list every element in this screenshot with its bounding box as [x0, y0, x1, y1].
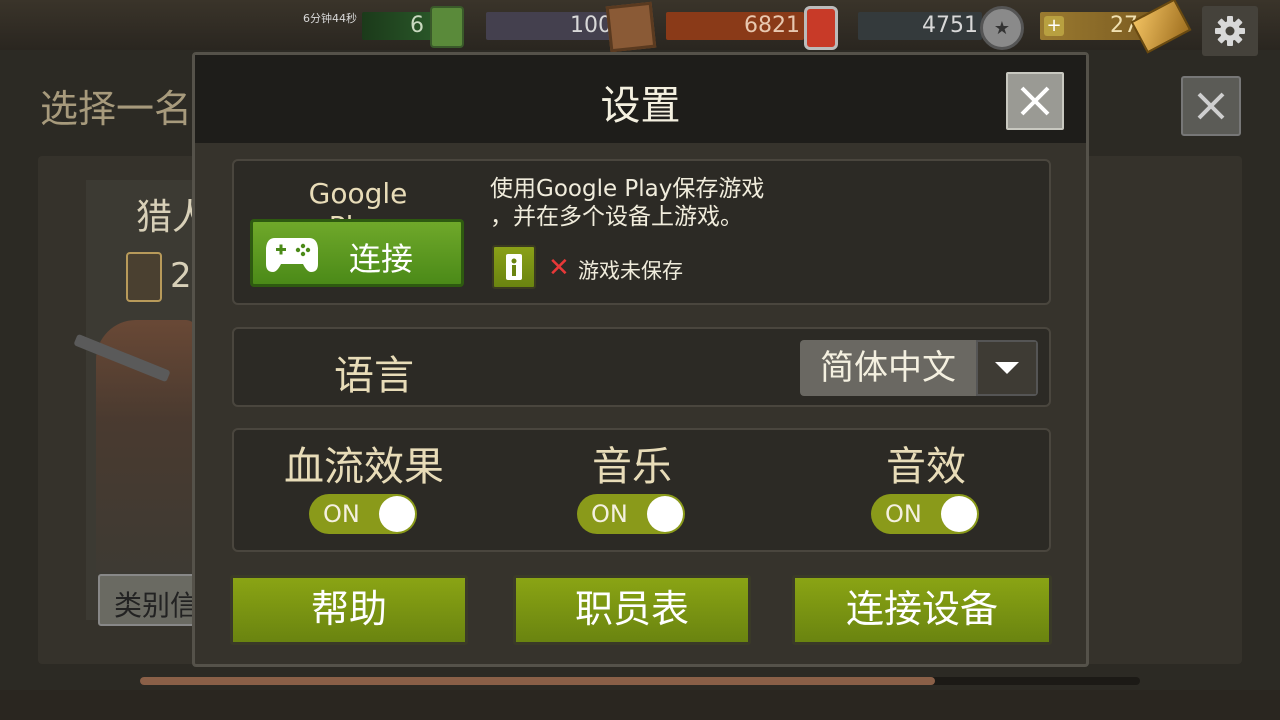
close-icon [1197, 92, 1225, 120]
connect-devices-button[interactable]: 连接设备 [792, 575, 1052, 645]
gear-icon [1215, 16, 1245, 46]
background-category-button[interactable]: 类别信 [98, 574, 198, 626]
background-target-count: 2 [170, 256, 192, 296]
supplies-counter: 100 [486, 12, 616, 40]
help-button[interactable]: 帮助 [230, 575, 468, 645]
not-saved-icon: ✕ [548, 253, 570, 283]
food-counter: 6821 [666, 12, 804, 40]
google-play-section: Google Play 连接 使用Google Play保存游戏 ，并在多个设备… [232, 159, 1051, 305]
save-status-text: 游戏未保存 [578, 259, 683, 283]
language-section: 语言 简体中文 [232, 327, 1051, 407]
food-can-icon [804, 6, 838, 50]
connect-label: 连接 [349, 240, 414, 278]
close-icon [1020, 86, 1050, 116]
add-gold-icon[interactable]: + [1044, 16, 1064, 36]
background-close-button[interactable] [1181, 76, 1241, 136]
language-label: 语言 [334, 353, 414, 399]
blood-effect-setting: 血流效果 ON [244, 430, 484, 554]
settings-button[interactable] [1202, 6, 1258, 56]
sound-effects-setting: 音效 ON [806, 430, 1046, 554]
music-label: 音乐 [592, 444, 672, 490]
dialog-title: 设置 [600, 83, 681, 129]
bottom-background [0, 690, 1280, 720]
effects-section: 血流效果 ON 音乐 ON 音效 ON [232, 428, 1051, 552]
toggle-state: ON [885, 500, 922, 528]
toggle-knob [941, 496, 977, 532]
toggle-knob [647, 496, 683, 532]
description-line-1: 使用Google Play保存游戏 [490, 176, 765, 202]
sound-effects-toggle[interactable]: ON [871, 494, 979, 534]
blood-effect-label: 血流效果 [284, 444, 444, 490]
toggle-knob [379, 496, 415, 532]
dialog-header: 设置 [195, 55, 1086, 143]
close-button[interactable] [1006, 72, 1064, 130]
info-button[interactable] [492, 245, 536, 289]
toggle-state: ON [323, 500, 360, 528]
music-toggle[interactable]: ON [577, 494, 685, 534]
sheriff-badge-icon: ★ [980, 6, 1024, 50]
language-selected-value: 简体中文 [800, 340, 976, 396]
blood-effect-toggle[interactable]: ON [309, 494, 417, 534]
language-dropdown[interactable]: 简体中文 [800, 340, 1038, 396]
scrollbar-thumb[interactable] [140, 677, 935, 685]
crate-icon [605, 1, 657, 53]
google-play-connect-button[interactable]: 连接 [250, 219, 464, 287]
fuel-timer: 6分钟44秒 [303, 12, 357, 25]
toggle-state: ON [591, 500, 628, 528]
target-icon [126, 252, 162, 302]
settings-dialog: 设置 Google Play 连接 使用Google Play保存游戏 ，并在多… [192, 52, 1089, 667]
google-play-description: 使用Google Play保存游戏 ，并在多个设备上游戏。 [490, 175, 790, 231]
music-setting: 音乐 ON [512, 430, 752, 554]
sound-effects-label: 音效 [886, 444, 966, 490]
gamepad-icon [266, 238, 318, 272]
info-icon [506, 254, 522, 280]
background-page-title: 选择一名 [40, 87, 193, 131]
chevron-down-icon [995, 362, 1019, 374]
credits-button[interactable]: 职员表 [513, 575, 751, 645]
dropdown-arrow[interactable] [976, 340, 1038, 396]
description-line-2: ，并在多个设备上游戏。 [490, 204, 743, 230]
badge-counter: 4751 [858, 12, 982, 40]
fuel-can-icon [430, 6, 464, 48]
